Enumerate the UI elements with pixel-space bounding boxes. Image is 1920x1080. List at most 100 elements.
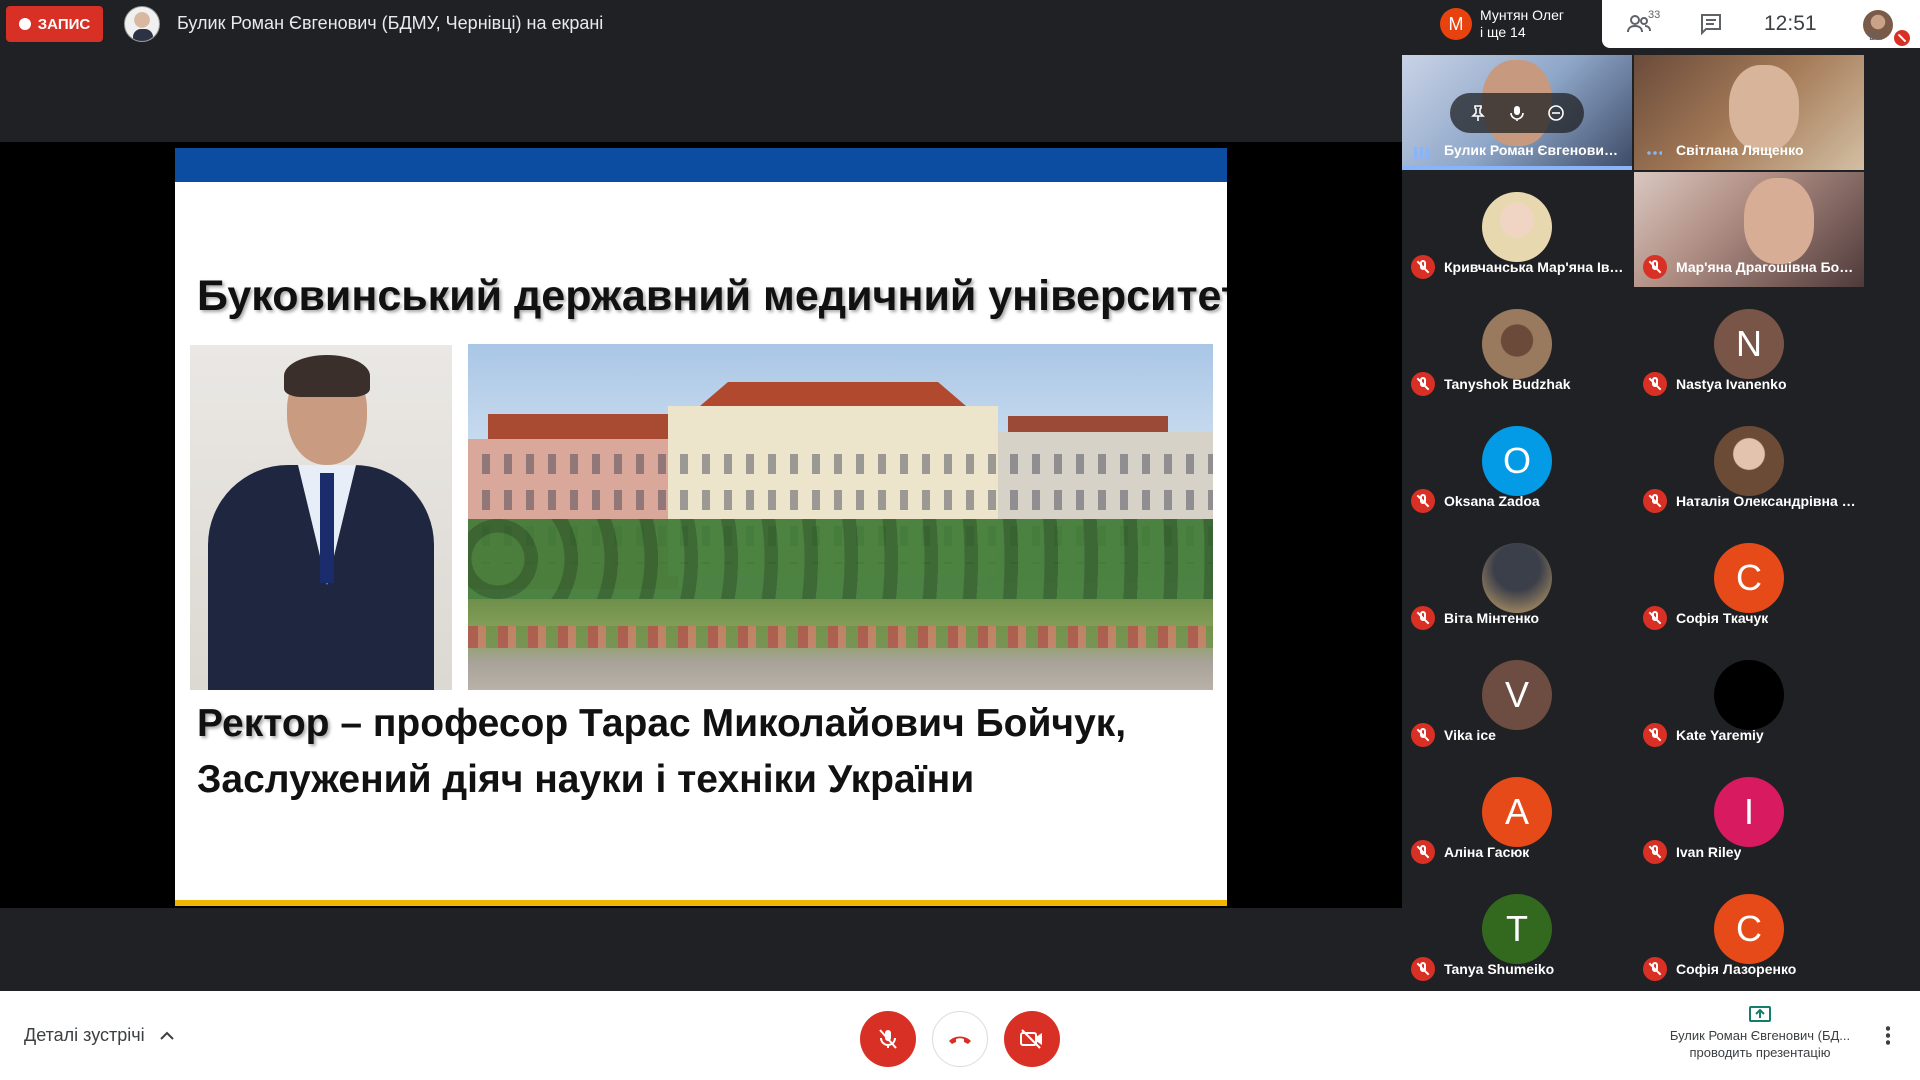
presenter-name: Булик Роман Євгенович (БД... <box>1669 1028 1851 1043</box>
participant-name: Ivan Riley <box>1676 844 1742 860</box>
hang-up-icon <box>949 1036 971 1044</box>
pin-icon[interactable] <box>1468 103 1488 123</box>
muted-mic-icon <box>1643 489 1667 513</box>
participant-name: Наталія Олександрівна Ді... <box>1676 493 1856 509</box>
participant-avatar <box>1714 660 1784 730</box>
microphone-icon[interactable] <box>1507 103 1527 123</box>
participant-tile[interactable]: T Tanya Shumeiko <box>1402 874 1632 989</box>
participant-avatar <box>1482 543 1552 613</box>
people-count: 33 <box>1648 9 1661 21</box>
recording-badge[interactable]: ЗАПИС <box>6 6 103 42</box>
participant-name: Світлана Лященко <box>1676 142 1804 158</box>
slide-rector-word: Ректор <box>197 702 330 745</box>
slide-title: Буковинський державний медичний універси… <box>197 272 1227 320</box>
video-off-icon <box>1020 1029 1042 1049</box>
participant-tile[interactable]: N Nastya Ivanenko <box>1634 289 1864 404</box>
participant-avatar: А <box>1482 777 1552 847</box>
slide-rector-line: Ректор – професор Тарас Миколайович Бойч… <box>197 702 1126 746</box>
participant-tile[interactable]: Віта Мінтенко <box>1402 523 1632 638</box>
participant-avatar <box>1714 426 1784 496</box>
participant-name: Віта Мінтенко <box>1444 610 1540 626</box>
speaking-indicator-icon <box>1414 147 1430 159</box>
participant-grid: Булик Роман Євгенович (Б... Світлана Лящ… <box>1402 55 1864 991</box>
rector-photo <box>190 345 452 690</box>
muted-mic-icon <box>1411 957 1435 981</box>
participant-name: Аліна Гасюк <box>1444 844 1530 860</box>
participant-tile[interactable]: С Софія Лазоренко <box>1634 874 1864 989</box>
participant-name: Софія Ткачук <box>1676 610 1769 626</box>
chat-icon[interactable] <box>1698 12 1724 36</box>
participant-name: Nastya Ivanenko <box>1676 376 1787 392</box>
leave-call-button[interactable] <box>932 1011 988 1067</box>
participant-tile[interactable]: V Vika ice <box>1402 640 1632 755</box>
participant-tile[interactable]: O Oksana Zadoa <box>1402 406 1632 521</box>
muted-mic-icon <box>1411 489 1435 513</box>
presenter-avatar <box>124 6 160 42</box>
participant-tile[interactable]: С Софія Ткачук <box>1634 523 1864 638</box>
presenter-status: проводить презентацію <box>1689 1045 1831 1060</box>
participant-tile[interactable]: Світлана Лященко <box>1634 55 1864 170</box>
participant-name: Булик Роман Євгенович (Б... <box>1444 142 1624 158</box>
meeting-details-label: Деталі зустрічі <box>24 1025 145 1045</box>
muted-mic-icon <box>1643 372 1667 396</box>
participant-tile[interactable]: А Аліна Гасюк <box>1402 757 1632 872</box>
participant-avatar <box>1482 192 1552 262</box>
slide-top-band <box>175 148 1227 182</box>
participant-avatar: I <box>1714 777 1784 847</box>
more-options-icon[interactable] <box>1886 1025 1890 1045</box>
camera-off-button[interactable] <box>1004 1011 1060 1067</box>
participant-name: Oksana Zadoa <box>1444 493 1540 509</box>
participant-name: Мар'яна Драгошівна Борча <box>1676 259 1856 275</box>
muted-mic-icon <box>1411 255 1435 279</box>
muted-mic-icon <box>1411 372 1435 396</box>
participant-tile[interactable]: Наталія Олександрівна Ді... <box>1634 406 1864 521</box>
present-screen-icon <box>1749 1006 1771 1022</box>
active-speaker-bar <box>1402 166 1632 170</box>
participant-tile[interactable]: Kate Yaremiy <box>1634 640 1864 755</box>
tile-hover-controls <box>1450 93 1584 133</box>
slide-rector-rest: – професор Тарас Миколайович Бойчук, <box>329 702 1127 745</box>
mute-microphone-button[interactable] <box>860 1011 916 1067</box>
participant-name: Tanyshok Budzhak <box>1444 376 1571 392</box>
others-line2: і ще 14 <box>1480 24 1526 40</box>
participant-avatar: V <box>1482 660 1552 730</box>
others-avatar: M <box>1440 8 1472 40</box>
participant-avatar: С <box>1714 894 1784 964</box>
participant-name: Софія Лазоренко <box>1676 961 1797 977</box>
more-options-icon <box>1646 151 1662 155</box>
top-bar: ЗАПИС Булик Роман Євгенович (БДМУ, Черні… <box>0 0 1920 48</box>
university-building-photo <box>468 344 1213 690</box>
meeting-details-button[interactable]: Деталі зустрічі <box>24 1025 175 1046</box>
presenting-title: Булик Роман Євгенович (БДМУ, Чернівці) н… <box>177 13 604 33</box>
muted-mic-icon <box>1643 957 1667 981</box>
participant-tile[interactable]: Мар'яна Драгошівна Борча <box>1634 172 1864 287</box>
remove-icon[interactable] <box>1546 103 1566 123</box>
muted-mic-icon <box>1411 606 1435 630</box>
participant-name: Кривчанська Мар'яна Івані... <box>1444 259 1624 275</box>
participant-avatar: O <box>1482 426 1552 496</box>
participant-tile[interactable]: Tanyshok Budzhak <box>1402 289 1632 404</box>
muted-mic-icon <box>1643 840 1667 864</box>
others-line1: Мунтян Олег <box>1480 7 1564 23</box>
top-right-area: M Мунтян Олег і ще 14 33 12:51 Ви <box>1430 0 1920 48</box>
self-muted-icon <box>1894 30 1910 46</box>
participant-name: Kate Yaremiy <box>1676 727 1764 743</box>
presentation-slide: Буковинський державний медичний універси… <box>175 148 1227 906</box>
record-dot-icon <box>18 18 31 30</box>
others-text: Мунтян Олег і ще 14 <box>1480 7 1564 41</box>
participant-name: Vika ice <box>1444 727 1496 743</box>
participant-name: Tanya Shumeiko <box>1444 961 1555 977</box>
bottom-control-bar: Деталі зустрічі Булик Роман Євгенович (Б… <box>0 991 1920 1080</box>
participant-tile[interactable]: I Ivan Riley <box>1634 757 1864 872</box>
presentation-status[interactable]: Булик Роман Євгенович (БД... проводить п… <box>1650 1005 1870 1061</box>
clock: 12:51 <box>1764 12 1817 35</box>
participant-avatar: T <box>1482 894 1552 964</box>
other-participants-chip[interactable]: M Мунтян Олег і ще 14 <box>1430 0 1600 48</box>
muted-mic-icon <box>1643 723 1667 747</box>
participant-tile[interactable]: Кривчанська Мар'яна Івані... <box>1402 172 1632 287</box>
top-tray: 33 12:51 Ви <box>1602 0 1920 48</box>
participant-tile[interactable]: Булик Роман Євгенович (Б... <box>1402 55 1632 170</box>
meet-window: ЗАПИС Булик Роман Євгенович (БДМУ, Черні… <box>0 0 1920 1080</box>
mic-off-icon <box>879 1029 897 1049</box>
participant-avatar: N <box>1714 309 1784 379</box>
